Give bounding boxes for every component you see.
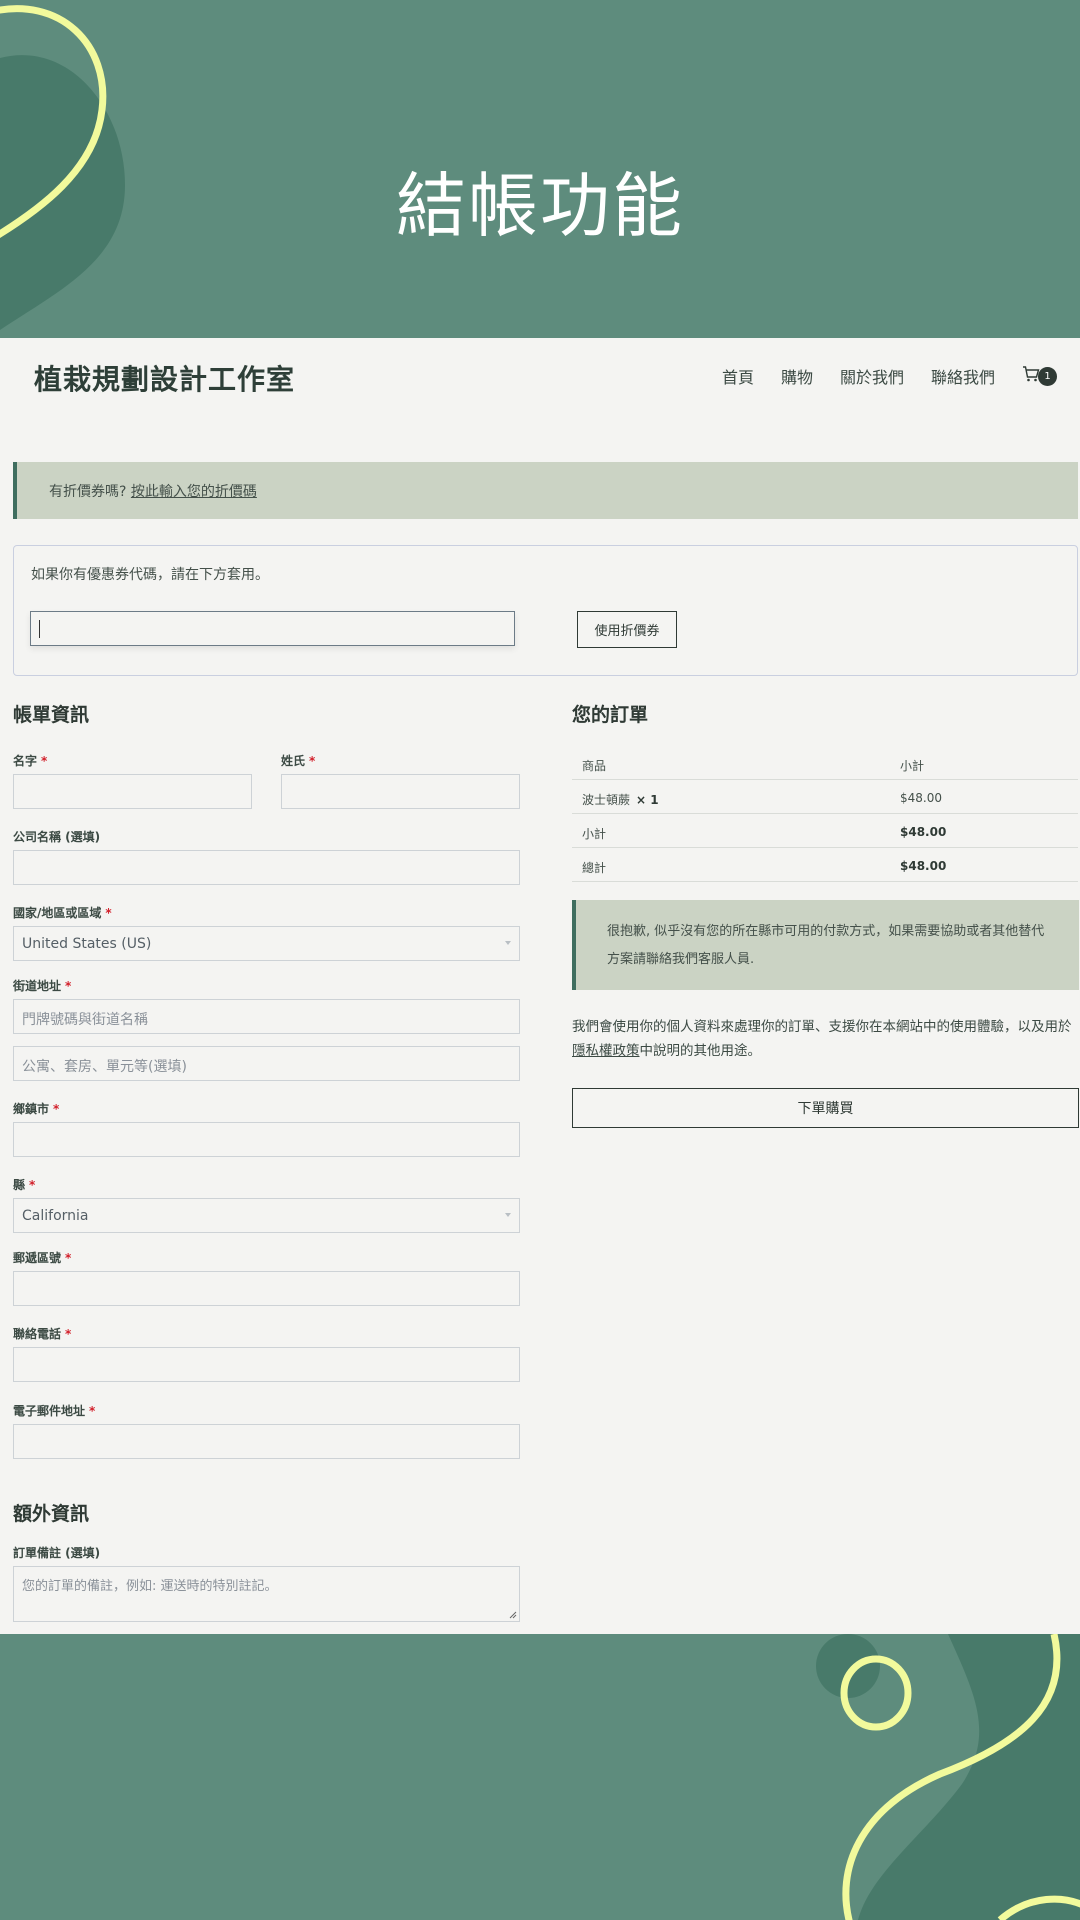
page-title: 結帳功能 (396, 165, 684, 247)
site-header: 植栽規劃設計工作室 首頁 購物 關於我們 聯絡我們 1 (0, 338, 1080, 418)
main-nav: 首頁 購物 關於我們 聯絡我們 1 (722, 364, 1058, 388)
first-name-label: 名字 * (13, 754, 48, 768)
postcode-label: 郵遞區號 * (13, 1251, 72, 1265)
col-subtotal-header: 小計 (900, 759, 925, 773)
coupon-notice: 有折價券嗎? 按此輸入您的折價碼 (13, 462, 1078, 519)
order-notes-label: 訂單備註 (選填) (13, 1546, 101, 1560)
item-name: 波士頓蕨 (582, 793, 631, 807)
state-label: 縣 * (13, 1178, 36, 1192)
coupon-form: 如果你有優惠券代碼，請在下方套用。 使用折價券 (13, 545, 1078, 676)
billing-section: 帳單資訊 名字 * 姓氏 * 公司名稱 (選填) 國家/地區或區域 * United … (13, 700, 520, 1622)
state-select[interactable]: California (13, 1198, 520, 1233)
hero-banner: 結帳功能 (0, 0, 1080, 338)
country-value: United States (US) (22, 936, 152, 952)
order-notes-placeholder: 您的訂單的備註，例如: 運送時的特別註記。 (22, 1579, 278, 1594)
country-select[interactable]: United States (US) (13, 926, 520, 961)
state-value: California (22, 1208, 89, 1224)
order-table: 商品 小計 波士頓蕨 × 1 $48.00 小計 $48.00 總計 $48.00 (572, 746, 1078, 882)
table-header-row: 商品 小計 (572, 746, 1078, 780)
show-coupon-link[interactable]: 按此輸入您的折價碼 (131, 484, 257, 500)
payment-notice: 很抱歉, 似乎沒有您的所在縣市可用的付款方式，如果需要協助或者其他替代方案請聯絡… (572, 900, 1079, 990)
col-product-header: 商品 (582, 759, 607, 773)
footer-decoration (816, 1634, 1080, 1920)
cart-button[interactable]: 1 (1022, 364, 1058, 388)
place-order-button[interactable]: 下單購買 (572, 1088, 1079, 1128)
street-label: 街道地址 * (13, 979, 72, 993)
subtotal-value: $48.00 (900, 825, 947, 839)
street-placeholder: 門牌號碼與街道名稱 (22, 1012, 148, 1028)
apply-coupon-button[interactable]: 使用折價券 (577, 611, 677, 648)
additional-info-heading: 額外資訊 (13, 1503, 90, 1525)
order-review-section: 您的訂單 商品 小計 波士頓蕨 × 1 $48.00 小計 $48.00 總計 $… (572, 700, 1079, 1128)
privacy-policy-link[interactable]: 隱私權政策 (572, 1043, 640, 1059)
order-heading: 您的訂單 (572, 704, 649, 726)
coupon-notice-text: 有折價券嗎? (49, 484, 127, 500)
city-label: 鄉鎮市 * (13, 1102, 60, 1116)
phone-field[interactable] (13, 1347, 520, 1382)
first-name-field[interactable] (13, 774, 252, 809)
last-name-label: 姓氏 * (281, 754, 316, 768)
chevron-down-icon (505, 941, 511, 945)
total-value: $48.00 (900, 859, 947, 873)
item-quantity: × 1 (636, 793, 659, 807)
apartment-placeholder: 公寓、套房、單元等(選填) (22, 1059, 187, 1075)
table-row: 波士頓蕨 × 1 $48.00 (572, 780, 1078, 814)
company-field[interactable] (13, 850, 520, 885)
item-price: $48.00 (900, 791, 942, 805)
postcode-field[interactable] (13, 1271, 520, 1306)
nav-contact[interactable]: 聯絡我們 (931, 364, 995, 388)
company-label: 公司名稱 (選填) (13, 830, 101, 844)
coupon-code-input[interactable] (30, 611, 515, 646)
chevron-down-icon (505, 1213, 511, 1217)
subtotal-row: 小計 $48.00 (572, 814, 1078, 848)
phone-label: 聯絡電話 * (13, 1327, 72, 1341)
street-address-field[interactable]: 門牌號碼與街道名稱 (13, 999, 520, 1034)
apartment-field[interactable]: 公寓、套房、單元等(選填) (13, 1046, 520, 1081)
billing-heading: 帳單資訊 (13, 704, 90, 726)
total-row: 總計 $48.00 (572, 848, 1078, 882)
country-label: 國家/地區或區域 * (13, 906, 112, 920)
resize-grip-icon[interactable] (509, 1611, 517, 1619)
site-title[interactable]: 植栽規劃設計工作室 (34, 358, 295, 398)
total-label: 總計 (582, 861, 607, 875)
subtotal-label: 小計 (582, 827, 607, 841)
footer-banner (0, 1634, 1080, 1920)
nav-about[interactable]: 關於我們 (840, 364, 904, 388)
email-label: 電子郵件地址 * (13, 1404, 96, 1418)
cart-count-badge: 1 (1038, 367, 1057, 386)
text-caret (39, 620, 40, 638)
coupon-description: 如果你有優惠券代碼，請在下方套用。 (31, 567, 269, 583)
nav-shop[interactable]: 購物 (781, 364, 813, 388)
nav-home[interactable]: 首頁 (722, 364, 754, 388)
email-field[interactable] (13, 1424, 520, 1459)
city-field[interactable] (13, 1122, 520, 1157)
last-name-field[interactable] (281, 774, 520, 809)
order-notes-textarea[interactable]: 您的訂單的備註，例如: 運送時的特別註記。 (13, 1566, 520, 1622)
payment-notice-text: 很抱歉, 似乎沒有您的所在縣市可用的付款方式，如果需要協助或者其他替代方案請聯絡… (607, 924, 1045, 967)
privacy-text: 我們會使用你的個人資料來處理你的訂單、支援你在本網站中的使用體驗，以及用於隱私權… (572, 1019, 1072, 1059)
